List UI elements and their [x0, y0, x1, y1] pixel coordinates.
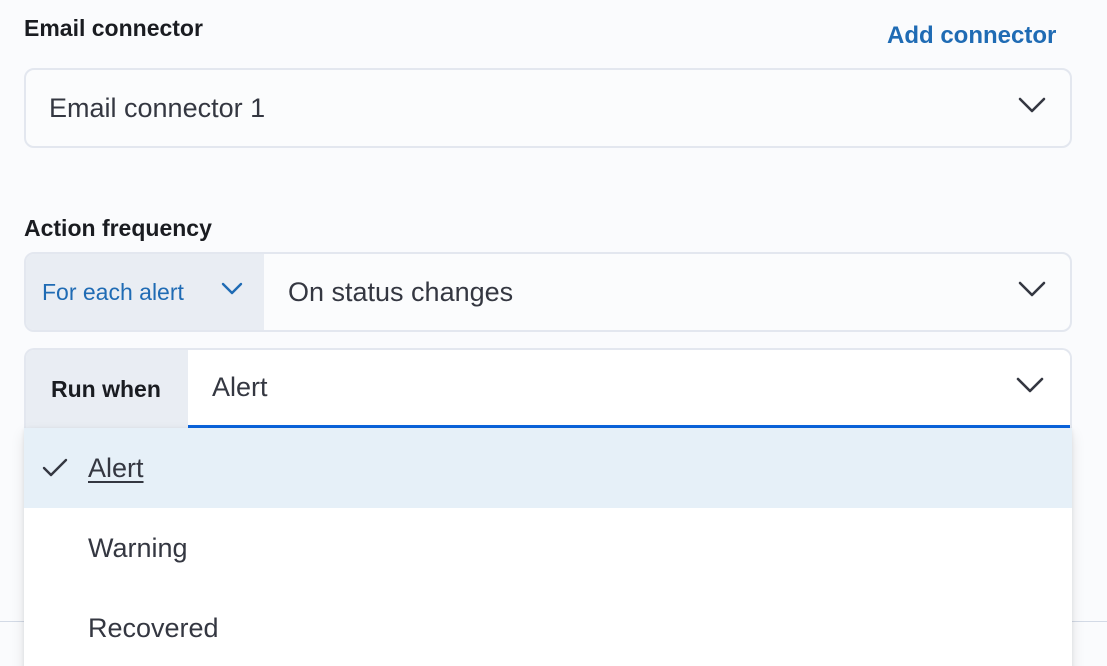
option-alert[interactable]: Alert	[24, 428, 1072, 508]
chevron-down-icon	[1018, 96, 1046, 114]
run-when-select[interactable]: Alert	[188, 350, 1070, 428]
run-when-group: Run when Alert	[24, 348, 1072, 428]
run-when-label: Run when	[26, 350, 188, 428]
chevron-down-icon	[1016, 376, 1044, 394]
action-frequency-label: Action frequency	[24, 215, 212, 241]
frequency-mode-button[interactable]: For each alert	[26, 254, 264, 330]
add-connector-link[interactable]: Add connector	[887, 22, 1056, 50]
run-when-value: Alert	[212, 372, 268, 402]
option-label: Warning	[88, 532, 188, 563]
frequency-select[interactable]: On status changes	[264, 254, 1070, 330]
option-warning[interactable]: Warning	[24, 508, 1072, 588]
frequency-value: On status changes	[288, 276, 514, 307]
email-connector-select[interactable]: Email connector 1	[24, 68, 1072, 148]
option-recovered[interactable]: Recovered	[24, 588, 1072, 666]
run-when-options-list: Alert Warning Recovered	[24, 428, 1072, 666]
email-connector-label: Email connector	[24, 15, 203, 41]
chevron-down-icon	[1018, 280, 1046, 298]
check-icon	[42, 455, 68, 486]
option-label: Alert	[88, 452, 144, 483]
email-connector-value: Email connector 1	[49, 92, 266, 123]
chevron-down-icon	[221, 282, 243, 296]
action-frequency-group: For each alert On status changes	[24, 252, 1072, 332]
frequency-mode-label: For each alert	[42, 278, 184, 305]
option-label: Recovered	[88, 612, 219, 643]
